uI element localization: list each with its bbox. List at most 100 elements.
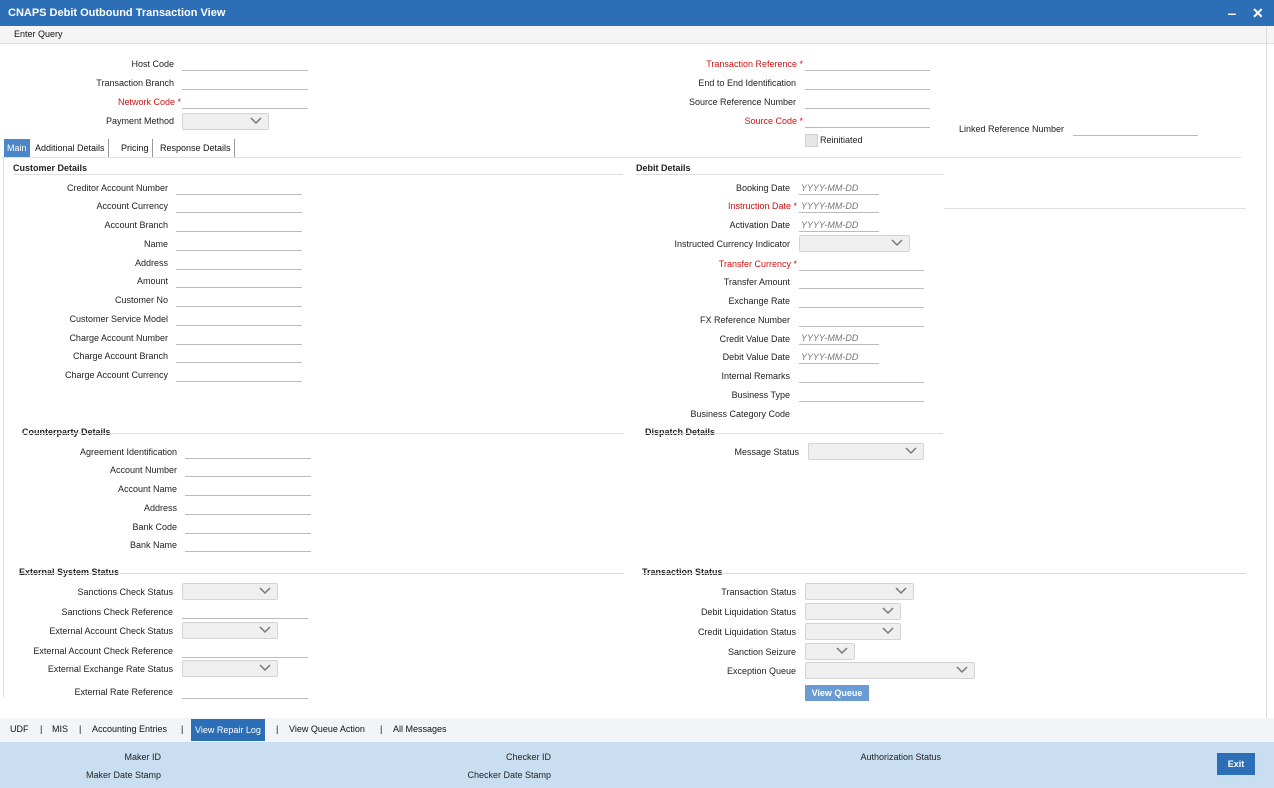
tab-underline [2,157,1242,158]
credit-liquidation-status-select[interactable] [805,623,901,640]
window-title: CNAPS Debit Outbound Transaction View [8,7,226,19]
tab-main[interactable]: Main [4,139,30,157]
debit-value-date-field[interactable] [799,350,879,364]
debit-details-right-divider [944,208,1246,209]
counterparty-details-title: Counterparty Details [22,427,111,437]
account-currency-label: Account Currency [96,201,168,211]
source-code-field[interactable] [805,114,930,128]
bank-name-field[interactable] [185,538,311,552]
dispatch-details-divider [645,433,943,434]
amount-field[interactable] [176,274,302,288]
left-border [3,157,4,697]
message-status-select[interactable] [808,443,924,460]
customer-service-model-field[interactable] [176,312,302,326]
tab-additional-details[interactable]: Additional Details [32,139,109,157]
account-currency-field[interactable] [176,199,302,213]
account-branch-field[interactable] [176,218,302,232]
debit-details-divider [636,174,944,175]
view-queue-action-link[interactable]: View Queue Action [289,724,365,734]
name-field[interactable] [176,237,302,251]
cp-account-number-field[interactable] [185,463,311,477]
customer-no-field[interactable] [176,293,302,307]
external-exchange-rate-status-select[interactable] [182,660,278,677]
charge-account-currency-field[interactable] [176,368,302,382]
bank-code-field[interactable] [185,520,311,534]
view-repair-log-link[interactable]: View Repair Log [191,719,265,741]
customer-details-divider [13,174,623,175]
internal-remarks-field[interactable] [799,369,924,383]
cp-address-field[interactable] [185,501,311,515]
chevron-down-icon [836,647,848,655]
end-to-end-field[interactable] [805,76,930,90]
credit-value-date-label: Credit Value Date [719,334,790,344]
mis-link[interactable]: MIS [52,724,68,734]
address-label: Address [134,258,168,268]
exit-button[interactable]: Exit [1217,753,1255,775]
credit-value-date-field[interactable] [799,331,879,345]
chevron-down-icon [956,666,968,674]
debit-details-title: Debit Details [636,163,691,173]
dispatch-details-title: Dispatch Details [645,427,716,437]
account-branch-label: Account Branch [104,220,168,230]
exception-queue-select[interactable] [805,662,975,679]
tab-response-details[interactable]: Response Details [157,139,235,157]
instruction-date-field[interactable] [799,199,879,213]
nav-separator: | [79,724,82,734]
instruction-date-label: Instruction Date [728,201,797,211]
transaction-status-select[interactable] [805,583,914,600]
view-queue-button[interactable]: View Queue [805,685,869,701]
external-rate-reference-label: External Rate Reference [74,687,173,697]
external-system-status-title: External System Status [19,567,120,577]
external-account-check-status-select[interactable] [182,622,278,639]
fx-reference-number-field[interactable] [799,313,924,327]
transaction-branch-field[interactable] [182,76,308,90]
udf-link[interactable]: UDF [10,724,29,734]
agreement-identification-field[interactable] [185,445,311,459]
sanctions-check-reference-label: Sanctions Check Reference [61,607,173,617]
chevron-down-icon [905,447,917,455]
host-code-field[interactable] [182,57,308,71]
charge-account-number-field[interactable] [176,331,302,345]
business-type-field[interactable] [799,388,924,402]
minimize-icon[interactable]: ‒ [1228,5,1236,21]
exchange-rate-label: Exchange Rate [728,296,790,306]
source-code-label: Source Code [744,116,803,126]
accounting-entries-link[interactable]: Accounting Entries [92,724,167,734]
payment-method-select[interactable] [182,113,269,130]
transfer-currency-field[interactable] [799,257,924,271]
cp-account-name-field[interactable] [185,482,311,496]
business-type-label: Business Type [731,390,790,400]
all-messages-link[interactable]: All Messages [393,724,447,734]
checker-id-label: Checker ID [505,752,551,762]
network-code-field[interactable] [182,95,308,109]
external-account-check-reference-field[interactable] [182,644,308,658]
exchange-rate-field[interactable] [799,294,924,308]
debit-liquidation-status-select[interactable] [805,603,901,620]
instructed-currency-indicator-select[interactable] [799,235,910,252]
sanction-seizure-select[interactable] [805,643,855,660]
name-label: Name [143,239,168,249]
external-rate-reference-field[interactable] [182,685,308,699]
chevron-down-icon [895,587,907,595]
tab-pricing[interactable]: Pricing [118,139,153,157]
chevron-down-icon [259,626,271,634]
creditor-account-number-field[interactable] [176,181,302,195]
close-icon[interactable]: ✕ [1252,5,1264,22]
enter-query-button[interactable]: Enter Query [14,29,63,39]
reinitiated-checkbox[interactable] [805,134,818,147]
debit-liquidation-status-label: Debit Liquidation Status [700,607,796,617]
transaction-reference-field[interactable] [805,57,930,71]
chevron-down-icon [259,587,271,595]
address-field[interactable] [176,256,302,270]
activation-date-field[interactable] [799,218,879,232]
charge-account-branch-field[interactable] [176,349,302,363]
authorization-status-label: Authorization Status [860,752,941,762]
charge-account-number-label: Charge Account Number [69,333,168,343]
source-reference-number-field[interactable] [805,95,930,109]
booking-date-field[interactable] [799,181,879,195]
sanctions-check-status-select[interactable] [182,583,278,600]
transfer-amount-field[interactable] [799,275,924,289]
linked-reference-number-field[interactable] [1073,122,1198,136]
sanctions-check-reference-field[interactable] [182,605,308,619]
right-border [1266,26,1267,718]
